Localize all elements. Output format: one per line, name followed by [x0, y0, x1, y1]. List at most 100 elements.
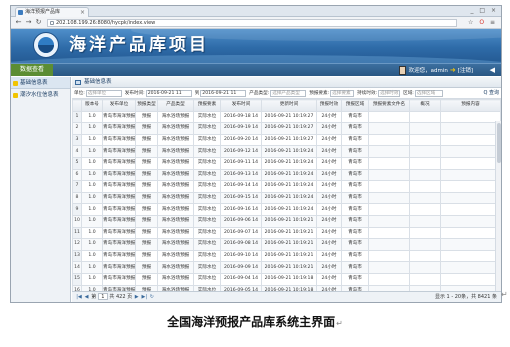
query-button[interactable]: Q 查询	[483, 88, 499, 98]
vertical-scrollbar[interactable]	[495, 121, 501, 291]
scrollbar-thumb[interactable]	[497, 123, 501, 163]
next-page-icon[interactable]: ▶	[134, 292, 140, 302]
logout-link[interactable]: [注销]	[458, 68, 473, 74]
sidebar-item-label: 基础信息表	[20, 80, 48, 86]
table-row[interactable]: 61.0青岛市海洋预报台预报海水浴场预报实际水位2016-09-13 14201…	[72, 168, 501, 182]
table-cell: 24小时	[316, 272, 342, 286]
forecast-element-select[interactable]: 选择要素	[330, 90, 355, 97]
table-cell: 海水浴场预报	[157, 261, 194, 274]
column-header[interactable]: 概况	[409, 99, 441, 112]
row-number-cell: 1	[72, 110, 82, 124]
table-row[interactable]: 31.0青岛市海洋预报台预报海水浴场预报实际水位2016-09-20 14201…	[72, 133, 501, 147]
column-header[interactable]: 产品类型	[157, 99, 194, 112]
table-cell: 2016-09-07 14	[220, 226, 262, 240]
row-number-cell: 15	[72, 272, 82, 286]
sidebar-item-base-info[interactable]: 基础信息表	[11, 77, 70, 89]
table-cell: 海水浴场预报	[157, 203, 194, 216]
table-cell: 预报	[135, 203, 158, 216]
table-cell: 1.0	[81, 214, 103, 228]
unit-select[interactable]: 选择单位	[85, 90, 122, 97]
table-cell	[368, 133, 410, 147]
table-row[interactable]: 21.0青岛市海洋预报台预报海水浴场预报实际水位2016-09-19 14201…	[72, 122, 501, 135]
column-header[interactable]: 预报时效	[316, 99, 342, 112]
table-cell: 青岛市海洋预报台	[102, 168, 136, 182]
table-cell: 青岛市海洋预报台	[102, 156, 136, 170]
url-input[interactable]: 202.108.199.26:8080/hycpk/index.view	[47, 19, 457, 27]
table-row[interactable]: 41.0青岛市海洋预报台预报海水浴场预报实际水位2016-09-12 14201…	[72, 145, 501, 158]
table-cell	[440, 156, 501, 170]
forward-icon[interactable]: →	[24, 18, 33, 27]
prev-page-icon[interactable]: ◀	[84, 292, 90, 302]
table-row[interactable]: 71.0青岛市海洋预报台预报海水浴场预报实际水位2016-09-14 14201…	[72, 180, 501, 193]
window-controls[interactable]: _ □ ×	[470, 7, 498, 14]
last-page-icon[interactable]: ▶|	[141, 292, 148, 302]
product-type-select[interactable]: 选择产品类型	[270, 90, 307, 97]
table-cell: 2016-09-12 14	[220, 145, 262, 158]
table-cell: 2016-09-19 14	[220, 122, 262, 135]
table-cell: 2016-09-09 14	[220, 261, 262, 274]
region-select[interactable]: 选择区域	[414, 90, 443, 97]
table-cell: 青岛市	[341, 203, 369, 216]
collapse-arrow-icon[interactable]: ◀	[490, 64, 495, 76]
table-cell	[409, 272, 441, 286]
table-cell: 海水浴场预报	[157, 168, 194, 182]
column-header[interactable]: 预报区域	[341, 99, 369, 112]
table-row[interactable]: 151.0青岛市海洋预报台预报海水浴场预报实际水位2016-09-04 1420…	[72, 272, 501, 286]
table-row[interactable]: 141.0青岛市海洋预报台预报海水浴场预报实际水位2016-09-09 1420…	[72, 261, 501, 274]
duration-select[interactable]: 选择时效	[378, 90, 401, 97]
column-header[interactable]: 预报要素文件名	[368, 99, 410, 112]
table-row[interactable]: 101.0青岛市海洋预报台预报海水浴场预报实际水位2016-09-06 1420…	[72, 214, 501, 228]
page-number-input[interactable]: 1	[97, 293, 108, 300]
reload-icon[interactable]: ↻	[34, 18, 43, 27]
browser-tab[interactable]: 海洋预报产品库 ×	[15, 7, 89, 17]
banner-wave-decoration	[11, 55, 501, 63]
table-cell	[368, 191, 410, 205]
first-page-icon[interactable]: |◀	[76, 292, 82, 302]
table-row[interactable]: 121.0青岛市海洋预报台预报海水浴场预报实际水位2016-09-08 1420…	[72, 238, 501, 251]
column-header[interactable]: 预报类型	[135, 99, 158, 112]
table-cell	[368, 180, 410, 193]
table-cell: 海水浴场预报	[157, 249, 194, 263]
table-row[interactable]: 11.0青岛市海洋预报台预报海水浴场预报实际水位2016-09-18 14201…	[72, 110, 501, 124]
time-from-field[interactable]: 2016-09-21 11	[145, 90, 192, 97]
table-cell: 2016-09-21 10:19:24	[261, 145, 317, 158]
table-cell: 2016-09-11 14	[220, 156, 262, 170]
table-cell: 2016-09-21 10:19:24	[261, 180, 317, 193]
table-cell: 青岛市	[341, 122, 369, 135]
table-row[interactable]: 51.0青岛市海洋预报台预报海水浴场预报实际水位2016-09-11 14201…	[72, 156, 501, 170]
row-number-cell: 11	[72, 226, 82, 240]
column-header[interactable]: 更新时间	[261, 99, 317, 112]
table-row[interactable]: 81.0青岛市海洋预报台预报海水浴场预报实际水位2016-09-15 14201…	[72, 191, 501, 205]
table-row[interactable]: 131.0青岛市海洋预报台预报海水浴场预报实际水位2016-09-10 1420…	[72, 249, 501, 263]
column-header[interactable]: 版本号	[81, 99, 103, 112]
time-to-field[interactable]: 2016-09-21 11	[200, 90, 247, 97]
table-cell: 2016-09-21 10:19:24	[261, 156, 317, 170]
back-icon[interactable]: ←	[14, 18, 23, 27]
refresh-icon[interactable]: ↻	[149, 292, 155, 302]
row-number-cell: 4	[72, 145, 82, 158]
sidebar-item-tide-level[interactable]: 潮汐水位信息表	[11, 89, 70, 101]
column-header[interactable]: 预报内容	[440, 99, 501, 112]
table-cell: 青岛市	[341, 238, 369, 251]
table-cell: 实际水位	[193, 203, 221, 216]
table-cell: 青岛市	[341, 249, 369, 263]
close-icon[interactable]: ×	[80, 8, 85, 17]
menu-tab-data-view[interactable]: 数据查看	[11, 64, 53, 76]
browser-toolbar-icons[interactable]: ☆ O ≡	[468, 18, 497, 27]
user-area: 欢迎您，admin ➜ [注销]	[398, 64, 473, 76]
table-cell: 海水浴场预报	[157, 133, 194, 147]
table-cell: 2016-09-21 10:19:21	[261, 214, 317, 228]
duration-label: 持续时效:	[357, 91, 378, 96]
table-cell: 海水浴场预报	[157, 214, 194, 228]
table-row[interactable]: 111.0青岛市海洋预报台预报海水浴场预报实际水位2016-09-07 1420…	[72, 226, 501, 240]
row-number-cell: 8	[72, 191, 82, 205]
column-header[interactable]: 发布时间	[220, 99, 262, 112]
table-row[interactable]: 91.0青岛市海洋预报台预报海水浴场预报实际水位2016-09-16 14201…	[72, 203, 501, 216]
table-cell: 2016-09-21 10:19:21	[261, 261, 317, 274]
table-cell	[440, 238, 501, 251]
table-cell: 实际水位	[193, 214, 221, 228]
column-header[interactable]: 发布单位	[102, 99, 136, 112]
url-text: 202.108.199.26:8080/hycpk/index.view	[56, 20, 156, 26]
region-label: 区域:	[403, 91, 414, 96]
column-header[interactable]: 预报要素	[193, 99, 221, 112]
